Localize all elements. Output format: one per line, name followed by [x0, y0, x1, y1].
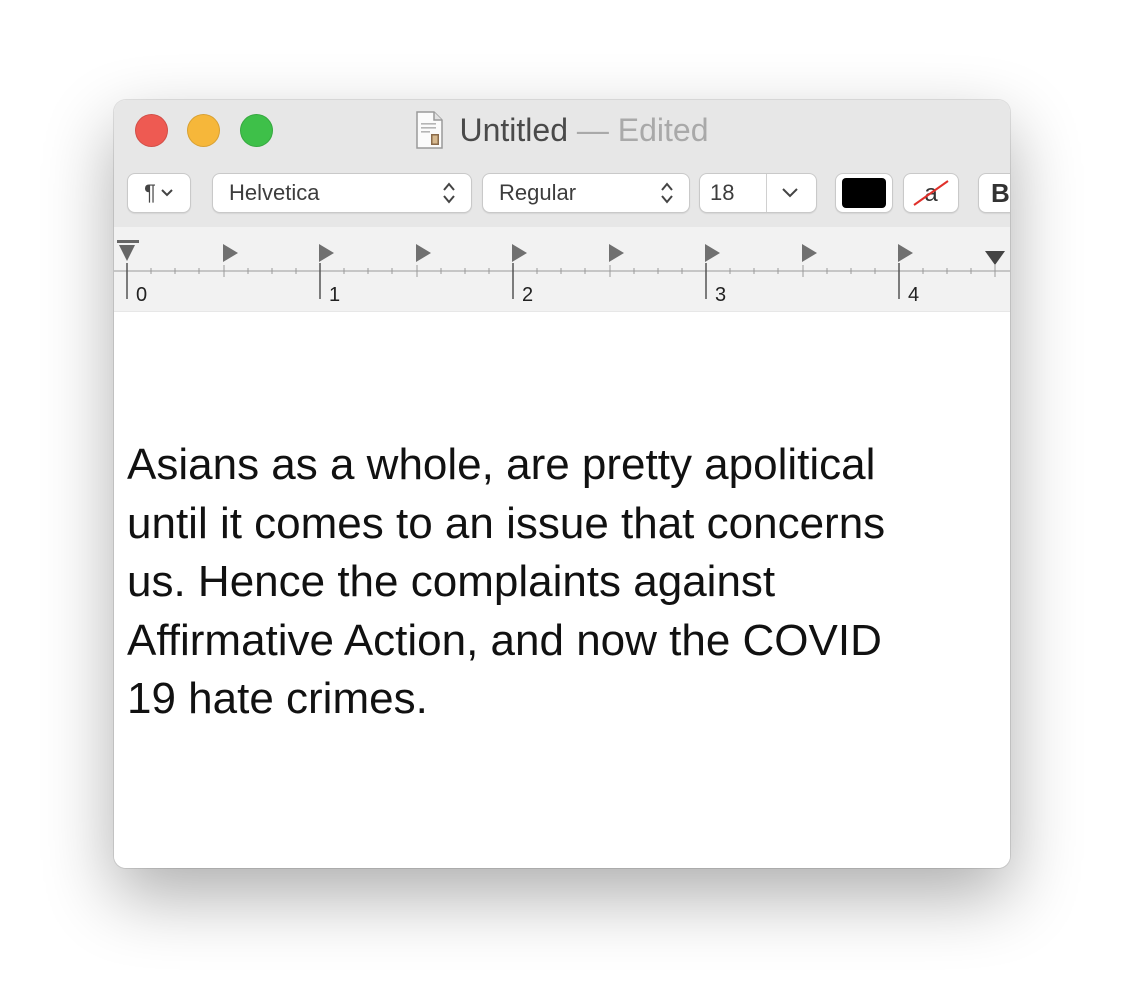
font-size-combo[interactable]: 18	[699, 173, 817, 213]
background-color-well[interactable]: a	[903, 173, 959, 213]
textedit-window: Untitled — Edited ¶ Helvetica Regular 18…	[114, 100, 1010, 868]
ruler-scale	[114, 240, 1010, 299]
ruler[interactable]: 0 1 2 3 4	[114, 227, 1010, 311]
ruler-mark: 0	[136, 284, 148, 306]
font-family-popup[interactable]: Helvetica	[212, 173, 472, 213]
chevron-down-icon[interactable]	[780, 186, 800, 200]
text-color-swatch	[842, 178, 886, 208]
text-color-well[interactable]	[835, 173, 893, 213]
ruler-mark: 3	[715, 284, 727, 306]
chevron-down-icon	[161, 189, 173, 197]
no-background-color-icon: a	[913, 180, 949, 207]
text-document-icon[interactable]	[415, 110, 444, 149]
right-indent-marker	[985, 251, 1005, 265]
window-title: Untitled — Edited	[114, 108, 1010, 152]
font-family-value: Helvetica	[229, 180, 320, 205]
font-style-value: Regular	[499, 180, 577, 205]
title-bar: Untitled — Edited ¶ Helvetica Regular 18…	[114, 100, 1010, 327]
ruler-mark: 2	[522, 284, 534, 306]
left-indent-marker	[117, 240, 139, 261]
paragraph-styles-button[interactable]: ¶	[127, 173, 191, 213]
document-editor[interactable]: Asians as a whole, are pretty apolitical…	[114, 312, 1010, 868]
pilcrow-icon: ¶	[144, 180, 156, 205]
title-text: Untitled	[459, 112, 568, 148]
ruler-mark: 1	[329, 284, 341, 306]
font-style-popup[interactable]: Regular	[482, 173, 690, 213]
ruler-mark: 4	[908, 284, 920, 306]
bold-button[interactable]: B	[978, 173, 1010, 213]
combo-divider	[766, 174, 767, 212]
title-separator: —	[576, 112, 609, 148]
updown-arrows-icon	[661, 182, 673, 204]
font-size-input[interactable]: 18	[710, 180, 816, 206]
tab-stops	[223, 244, 913, 262]
document-text[interactable]: Asians as a whole, are pretty apolitical…	[127, 436, 987, 729]
edited-status: Edited	[617, 112, 709, 148]
updown-arrows-icon	[443, 182, 455, 204]
